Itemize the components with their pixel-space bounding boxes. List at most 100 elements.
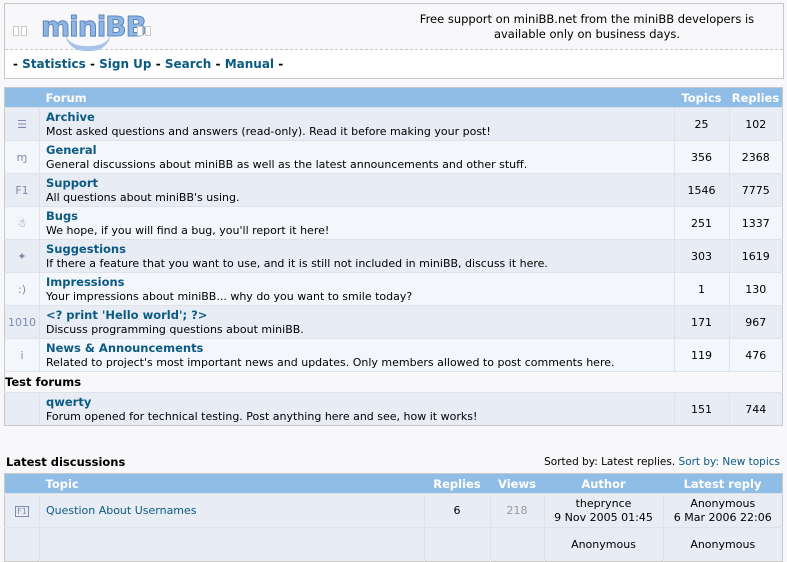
latest-discussions-title: Latest discussions [6, 455, 126, 469]
replies-count: 130 [728, 272, 783, 306]
forum-title-link[interactable]: Bugs [40, 209, 674, 223]
topic-link[interactable]: Question About Usernames [40, 504, 197, 517]
minibb-logo[interactable]: miniBB [13, 8, 163, 51]
forum-title-link[interactable]: qwerty [40, 395, 674, 409]
logo-decoration [21, 26, 27, 36]
discussion-row: F1 Question About Usernames 6 218 theprynce 9… [4, 493, 783, 528]
forum-row: qwerty Forum opened for technical testing… [4, 392, 783, 426]
col-forum: Forum [39, 87, 674, 108]
col-author: Author [544, 473, 663, 494]
last-reply-date: 6 Mar 2006 22:06 [673, 510, 772, 524]
col-replies: Replies [424, 473, 490, 494]
forum-title-link[interactable]: Suggestions [40, 242, 674, 256]
author-name: theprynce [575, 496, 632, 510]
forum-title-link[interactable]: News & Announcements [40, 341, 674, 355]
author-name: Anonymous [571, 537, 636, 551]
latest-header-row: Topic Replies Views Author Latest reply [4, 473, 783, 494]
forum-title-link[interactable]: General [40, 143, 674, 157]
nav-statistics[interactable]: Statistics [22, 57, 86, 71]
sort-controls: Sorted by: Latest replies. Sort by: New … [544, 456, 780, 468]
topics-count: 151 [673, 392, 729, 426]
forums-table: Forum Topics Replies ☰ Archive Most asked … [4, 87, 783, 426]
forum-row: ɱ General General discussions about miniBB… [4, 140, 783, 174]
forum-row: ☰ Archive Most asked questions and answers… [4, 107, 783, 141]
forum-description: All questions about miniBB's using. [46, 190, 240, 204]
forum-title-link[interactable]: Archive [40, 110, 674, 124]
info-icon: i [20, 348, 24, 362]
forum-row: :) Impressions Your impressions about mini… [4, 272, 783, 306]
replies-count: 967 [728, 305, 783, 339]
forum-title-link[interactable]: Support [40, 176, 674, 190]
topics-count: 119 [673, 338, 729, 372]
bug-icon: ☃ [17, 216, 27, 230]
nav-sign-up[interactable]: Sign Up [99, 57, 151, 71]
forum-row: ☃ Bugs We hope, if you will find a bug, yo… [4, 206, 783, 240]
general-icon: ɱ [16, 150, 28, 164]
header-box: miniBB Free support on miniBB.net from t… [4, 3, 784, 79]
sorted-by-label: Sorted by: Latest replies. [544, 456, 676, 468]
top-nav: - Statistics - Sign Up - Search - Manual… [13, 57, 284, 71]
support-f1-icon: F1 [15, 183, 29, 197]
last-reply-user: Anonymous [690, 496, 756, 510]
topics-count: 1 [673, 272, 729, 306]
replies-count: 102 [728, 107, 783, 141]
replies-count: 476 [728, 338, 783, 372]
replies-count: 7775 [728, 173, 783, 207]
topics-count: 251 [673, 206, 729, 240]
topics-count: 303 [673, 239, 729, 273]
replies-count: 1337 [728, 206, 783, 240]
latest-discussions-table: Topic Replies Views Author Latest reply … [4, 473, 783, 562]
col-topics: Topics [674, 87, 729, 108]
col-latest-reply: Latest reply [663, 473, 783, 494]
forum-title-link[interactable]: Impressions [40, 275, 674, 289]
topics-count: 25 [673, 107, 729, 141]
forum-row: i News & Announcements Related to project'… [4, 338, 783, 372]
forum-description: Discuss programming questions about mini… [46, 322, 304, 336]
forum-description: Related to project's most important news… [46, 355, 615, 369]
forum-title-link[interactable]: <? print 'Hello world'; ?> [40, 308, 674, 322]
views-count [489, 527, 544, 562]
forum-description: Most asked questions and answers (read-o… [46, 124, 491, 138]
forum-description: Forum opened for technical testing. Post… [46, 409, 478, 423]
smiley-icon: :) [18, 282, 26, 296]
topic-link[interactable] [40, 538, 46, 551]
category-title: Test forums [4, 371, 783, 393]
lightbulb-icon: ✦ [17, 249, 27, 263]
category-row: Test forums [4, 371, 783, 393]
logo-decoration [145, 26, 151, 36]
col-replies: Replies [729, 87, 783, 108]
logo-decoration [137, 26, 143, 36]
header-top: miniBB Free support on miniBB.net from t… [5, 4, 783, 51]
replies-count [423, 527, 490, 562]
forum-row: F1 Support All questions about miniBB's us… [4, 173, 783, 207]
forum-row: ✦ Suggestions If there a feature that you … [4, 239, 783, 273]
col-views: Views [490, 473, 544, 494]
replies-count: 744 [728, 392, 783, 426]
archive-icon: ☰ [17, 117, 27, 131]
logo-decoration [13, 26, 19, 36]
topics-count: 356 [673, 140, 729, 174]
topic-f1-icon: F1 [15, 506, 29, 517]
views-count: 218 [489, 493, 544, 528]
binary-code-icon: 1010 [8, 315, 36, 329]
col-topic: Topic [39, 473, 424, 494]
topics-count: 171 [673, 305, 729, 339]
support-note: Free support on miniBB.net from the mini… [419, 12, 755, 41]
forum-description: General discussions about miniBB as well… [46, 157, 528, 171]
forums-header-row: Forum Topics Replies [4, 87, 783, 108]
forum-description: If there a feature that you want to use,… [46, 256, 548, 270]
replies-count: 6 [423, 493, 490, 528]
replies-count: 1619 [728, 239, 783, 273]
forum-description: Your impressions about miniBB... why do … [46, 289, 413, 303]
last-reply-user: Anonymous [690, 537, 756, 551]
forum-row: 1010 <? print 'Hello world'; ?> Discuss pr… [4, 305, 783, 339]
discussion-row: Anonymous Anonymous [4, 527, 783, 562]
nav-search[interactable]: Search [165, 57, 211, 71]
nav-manual[interactable]: Manual [225, 57, 274, 71]
author-date: 9 Nov 2005 01:45 [554, 510, 653, 524]
sort-new-topics-link[interactable]: Sort by: New topics [679, 456, 780, 468]
replies-count: 2368 [728, 140, 783, 174]
topics-count: 1546 [673, 173, 729, 207]
logo-smile [65, 32, 111, 51]
forum-description: We hope, if you will find a bug, you'll … [46, 223, 330, 237]
